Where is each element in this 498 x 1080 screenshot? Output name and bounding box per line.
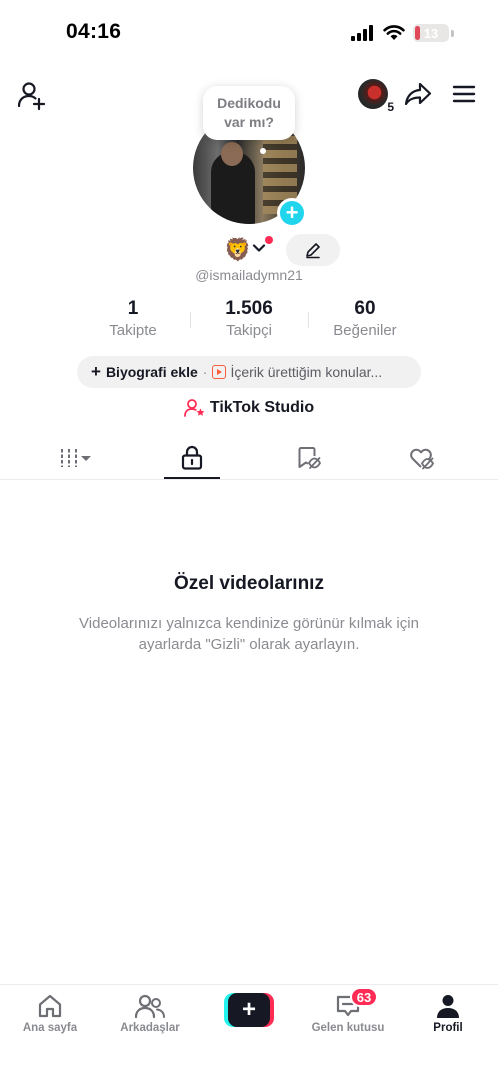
stat-followers[interactable]: 1.506 Takipçi [194,298,304,339]
stat-divider [190,312,191,328]
creator-star-icon [183,399,205,417]
battery-indicator: 13 [413,24,449,42]
username: @ismailadymn21 [195,267,303,283]
signal-icon [351,25,373,41]
stat-value: 1.506 [225,298,273,319]
home-icon [38,994,62,1018]
tab-private[interactable] [164,436,220,480]
nav-inbox-label: Gelen kutusu [311,1022,385,1034]
status-time: 04:16 [66,20,122,43]
stat-value: 1 [127,298,139,319]
create-plus-icon: + [228,993,270,1027]
status-icons: 13 [351,24,454,42]
tab-videos[interactable] [48,436,104,480]
stat-divider [308,312,309,328]
stat-value: 60 [354,298,376,319]
friends-icon [134,994,165,1019]
tab-reposts[interactable] [281,436,337,480]
story-count: 5 [385,100,396,114]
note-bubble-text: Dedikodu var mı? [217,95,281,130]
bio-separator: · [202,364,208,380]
bio-pill: + Biyografi ekle · İçerik ürettiğim konu… [77,356,421,388]
plus-icon: + [91,362,101,381]
note-bubble[interactable]: Dedikodu var mı? [203,86,295,140]
note-bubble-tail [260,148,266,154]
add-friend-button[interactable] [16,80,48,112]
empty-state-title: Özel videolarınız [174,573,324,594]
profile-stats: 1 Takipte 1.506 Takipçi 60 Beğeniler [0,298,498,342]
nav-friends-label: Arkadaşlar [120,1022,180,1034]
tab-liked[interactable] [394,436,450,480]
profile-tabs [0,436,498,480]
stat-following[interactable]: 1 Takipte [78,298,188,339]
story-avatar[interactable]: 5 [358,79,396,114]
add-bio-button[interactable]: Biyografi ekle [106,364,198,380]
reposts-hidden-icon [298,447,322,469]
stat-label: Takipte [109,322,157,339]
tiktok-studio-label: TikTok Studio [209,399,315,416]
add-user-icon [17,82,46,111]
share-icon [404,82,432,106]
profile-emoji[interactable]: 🦁 [224,237,251,263]
battery-level: 13 [423,25,439,41]
notification-dot [265,236,273,244]
stat-label: Takipçi [226,322,272,339]
edit-profile-button[interactable] [286,234,340,266]
nav-friends[interactable]: Arkadaşlar [100,991,200,1034]
videos-grid-icon [61,449,91,467]
lock-icon [181,445,203,470]
create-button[interactable]: + [224,993,274,1027]
share-profile-button[interactable] [402,78,434,110]
stat-label: Beğeniler [333,322,397,339]
pencil-icon [306,243,320,259]
wifi-icon [383,25,405,40]
status-bar: 04:16 13 [0,0,498,64]
battery-cap [451,29,454,37]
liked-hidden-icon [410,448,435,470]
nav-inbox[interactable]: Gelen kutusu [298,991,398,1034]
tiktok-studio-link[interactable]: TikTok Studio [0,398,498,418]
play-icon [212,365,227,379]
header-actions: 5 [358,78,480,114]
stat-likes[interactable]: 60 Beğeniler [310,298,420,339]
add-story-plus-icon[interactable]: + [277,198,307,228]
empty-state-description: Videolarınızı yalnızca kendinize görünür… [79,615,419,653]
hamburger-icon [452,85,476,103]
menu-button[interactable] [448,78,480,110]
name-row: 🦁 [0,234,498,266]
inbox-badge: 63 [350,987,378,1007]
content-topics-button[interactable]: İçerik ürettiğim konular... [230,364,382,380]
nav-home-label: Ana sayfa [22,1022,78,1034]
active-tab-indicator [164,477,220,479]
profile-icon [437,995,459,1018]
bottom-nav: Ana sayfa Arkadaşlar + Gelen kutusu 63 P… [0,984,498,1080]
chevron-down-icon[interactable] [251,240,267,256]
nav-profile-label: Profil [433,1022,463,1034]
nav-profile[interactable]: Profil [398,991,498,1034]
nav-home[interactable]: Ana sayfa [0,991,100,1034]
